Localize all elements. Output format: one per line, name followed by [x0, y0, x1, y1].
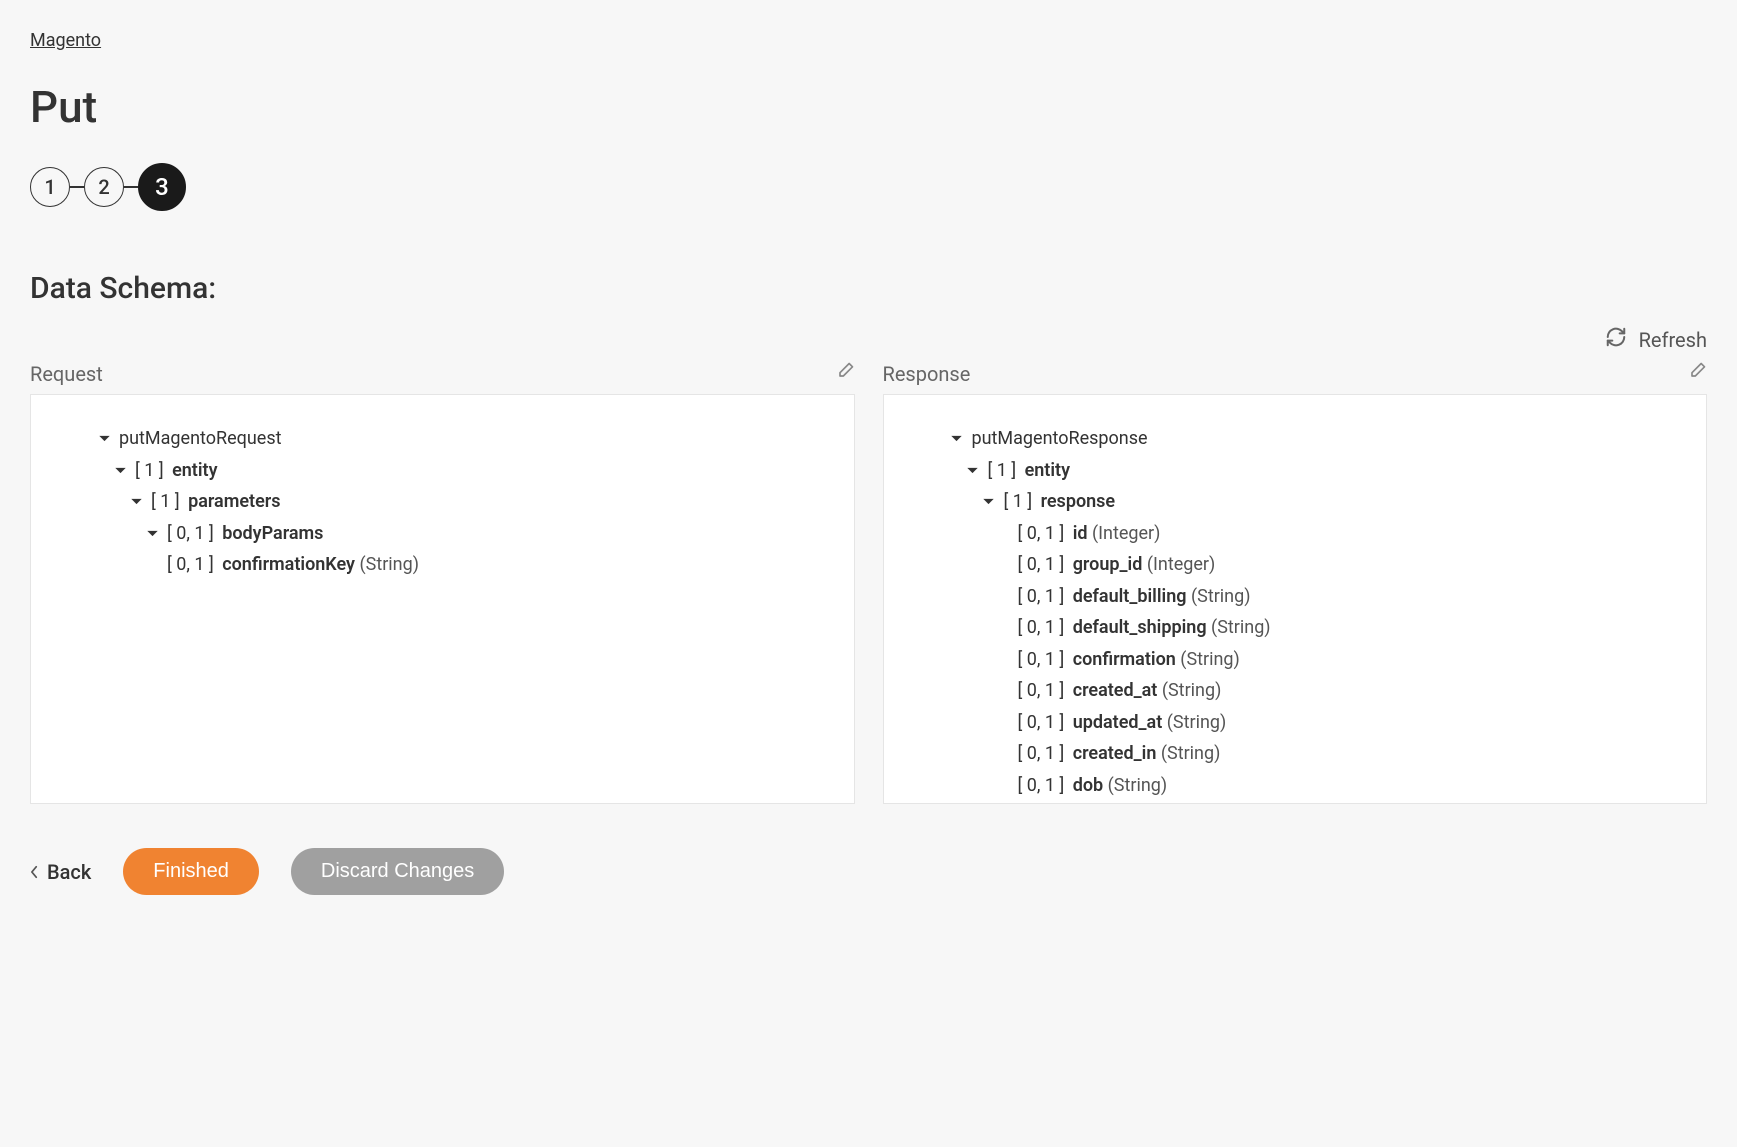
tree-range: [ 1 ]: [1004, 486, 1033, 518]
tree-range: [ 0, 1 ]: [1018, 581, 1065, 613]
chevron-down-icon[interactable]: [127, 495, 145, 508]
request-label: Request: [30, 362, 103, 386]
edit-response-button[interactable]: [1687, 361, 1707, 386]
tree-field[interactable]: [ 0, 1 ] group_id (Integer): [904, 549, 1687, 581]
chevron-down-icon[interactable]: [948, 432, 966, 445]
tree-field[interactable]: [ 0, 1 ] default_billing (String): [904, 581, 1687, 613]
chevron-down-icon[interactable]: [143, 527, 161, 540]
tree-field[interactable]: [ 0, 1 ] default_shipping (String): [904, 612, 1687, 644]
tree-node-label: dob: [1073, 770, 1103, 802]
discard-button[interactable]: Discard Changes: [291, 848, 504, 895]
tree-node-label: id: [1073, 518, 1088, 550]
response-label: Response: [883, 362, 971, 386]
tree-type: (String): [1211, 612, 1271, 644]
chevron-down-icon[interactable]: [980, 495, 998, 508]
tree-range: [ 0, 1 ]: [1018, 644, 1065, 676]
back-button[interactable]: Back: [30, 860, 91, 884]
tree-node-label: updated_at: [1073, 707, 1163, 739]
section-title: Data Schema:: [30, 271, 1707, 306]
tree-field[interactable]: [ 0, 1 ] dob (String): [904, 770, 1687, 802]
page-title: Put: [30, 81, 1707, 133]
chevron-down-icon[interactable]: [95, 432, 113, 445]
tree-node-label: created_at: [1073, 675, 1158, 707]
tree-range: [ 0, 1 ]: [1018, 707, 1065, 739]
back-label: Back: [47, 860, 91, 884]
tree-node-label[interactable]: response: [1041, 486, 1116, 518]
refresh-icon: [1605, 326, 1627, 353]
chevron-down-icon[interactable]: [964, 464, 982, 477]
tree-range: [ 0, 1 ]: [1018, 675, 1065, 707]
schema-panels: Request putMagentoRequest [ 1 ] entity: [30, 361, 1707, 804]
step-2[interactable]: 2: [84, 167, 124, 207]
step-connector: [70, 186, 84, 188]
tree-range: [ 1 ]: [151, 486, 180, 518]
tree-node-label: default_billing: [1073, 581, 1187, 613]
tree-range: [ 1 ]: [135, 455, 164, 487]
tree-node-label: group_id: [1073, 549, 1143, 581]
request-tree: putMagentoRequest [ 1 ] entity [ 1 ] par…: [30, 394, 855, 804]
step-1[interactable]: 1: [30, 167, 70, 207]
tree-node-label: created_in: [1073, 738, 1157, 770]
footer: Back Finished Discard Changes: [30, 848, 1707, 895]
tree-range: [ 0, 1 ]: [167, 549, 214, 581]
finished-button[interactable]: Finished: [123, 848, 259, 895]
tree-field[interactable]: [ 0, 1 ] created_in (String): [904, 738, 1687, 770]
tree-range: [ 0, 1 ]: [1018, 549, 1065, 581]
tree-node-label: default_shipping: [1073, 612, 1207, 644]
tree-field[interactable]: [ 0, 1 ] confirmation (String): [904, 644, 1687, 676]
tree-type: (String): [1180, 644, 1240, 676]
refresh-label: Refresh: [1639, 328, 1707, 352]
step-3[interactable]: 3: [138, 163, 186, 211]
stepper: 1 2 3: [30, 163, 1707, 211]
tree-type: (Integer): [1092, 518, 1160, 550]
tree-node-label[interactable]: confirmationKey: [222, 549, 355, 581]
tree-field[interactable]: [ 0, 1 ] id (Integer): [904, 518, 1687, 550]
tree-type: (String): [1191, 581, 1251, 613]
tree-node-label[interactable]: entity: [172, 455, 217, 487]
breadcrumb[interactable]: Magento: [30, 30, 101, 51]
tree-type: (Integer): [1147, 549, 1215, 581]
tree-field[interactable]: [ 0, 1 ] updated_at (String): [904, 707, 1687, 739]
tree-range: [ 0, 1 ]: [1018, 770, 1065, 802]
tree-field[interactable]: [ 0, 1 ] created_at (String): [904, 675, 1687, 707]
tree-type: (String): [1162, 675, 1222, 707]
tree-node-label[interactable]: parameters: [188, 486, 280, 518]
tree-range: [ 0, 1 ]: [1018, 612, 1065, 644]
tree-type: (String): [359, 549, 419, 581]
tree-node-label: confirmation: [1073, 644, 1176, 676]
tree-type: (String): [1108, 770, 1168, 802]
tree-type: (String): [1161, 738, 1221, 770]
tree-node-label[interactable]: entity: [1025, 455, 1070, 487]
request-panel: Request putMagentoRequest [ 1 ] entity: [30, 361, 855, 804]
step-connector: [124, 186, 138, 188]
tree-type: (String): [1167, 707, 1227, 739]
response-panel: Response putMagentoResponse [ 1 ] entity: [883, 361, 1708, 804]
tree-range: [ 1 ]: [988, 455, 1017, 487]
tree-node-label[interactable]: putMagentoRequest: [119, 423, 282, 455]
edit-request-button[interactable]: [835, 361, 855, 386]
tree-range: [ 0, 1 ]: [167, 518, 214, 550]
tree-node-label[interactable]: putMagentoResponse: [972, 423, 1148, 455]
response-tree: putMagentoResponse [ 1 ] entity [ 1 ] re…: [883, 394, 1708, 804]
tree-range: [ 0, 1 ]: [1018, 518, 1065, 550]
tree-range: [ 0, 1 ]: [1018, 738, 1065, 770]
refresh-button[interactable]: Refresh: [30, 326, 1707, 353]
chevron-down-icon[interactable]: [111, 464, 129, 477]
tree-node-label[interactable]: bodyParams: [222, 518, 323, 550]
